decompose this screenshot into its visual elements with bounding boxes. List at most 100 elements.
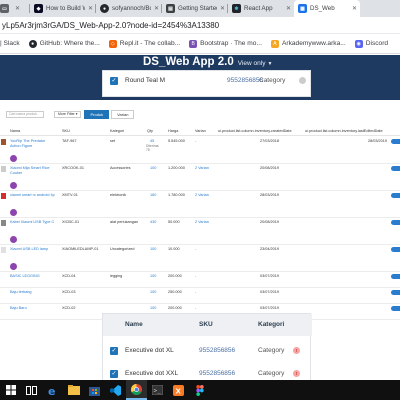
product-varian[interactable]: - (195, 139, 196, 143)
item-checkbox[interactable]: ✓ (110, 77, 118, 85)
product-varian[interactable]: - (195, 306, 196, 310)
product-created: 03/07/2019 (260, 306, 280, 310)
product-varian[interactable]: 2 Varian (195, 166, 209, 170)
tab-title: sofyannoch/Bookf (112, 5, 151, 12)
row-toggle[interactable] (391, 290, 400, 295)
docs-icon: ▤ (166, 4, 175, 13)
product-varian[interactable]: 2 Varian (195, 193, 209, 197)
list-item[interactable]: ✓ Executive dot XXL 9552856856 Category … (103, 364, 312, 380)
product-name[interactable]: Xiaomi Mija Smart Rice Cooker (10, 166, 56, 175)
list-item[interactable]: ✓ Executive dot XL 9552856856 Category ! (103, 341, 312, 363)
row-toggle[interactable] (391, 166, 400, 171)
close-icon[interactable]: ✕ (12, 5, 23, 12)
item-checkbox[interactable]: ✓ (110, 347, 118, 355)
tab-produk[interactable]: Produk (84, 110, 110, 119)
table-row[interactable]: BASIC LEGGING XCD-04 legging 100 200.000 - 03/… (0, 272, 400, 288)
product-qty[interactable]: 100 (150, 166, 156, 170)
row-toggle[interactable] (391, 247, 400, 252)
terminal-icon[interactable]: >_ (147, 380, 168, 400)
product-name[interactable]: Xiaomi USB LED lamp (10, 247, 56, 252)
close-icon[interactable]: ✕ (349, 5, 360, 12)
col-sku[interactable]: SKU (62, 129, 70, 133)
bookmark-arkademy[interactable]: A Arkademywww.arka... (270, 39, 346, 48)
row-toggle[interactable] (391, 220, 400, 225)
product-name[interactable]: Kabel Xiaomi USB Type C (10, 220, 56, 225)
product-name[interactable]: Baju terbang (10, 290, 56, 295)
product-varian[interactable]: - (195, 274, 196, 278)
vscode-icon[interactable] (105, 380, 126, 400)
product-varian[interactable]: 2 Varian (195, 220, 209, 224)
table-row[interactable]: YouRip The Predator Action Figure TAF-967… (0, 137, 400, 164)
row-toggle[interactable] (391, 306, 400, 311)
row-toggle[interactable] (391, 139, 400, 144)
browser-tab-1[interactable]: ◆ How to Build Web ✕ (30, 0, 96, 17)
product-name[interactable]: xiaomi smart rc android 4p (10, 193, 56, 198)
bookmark-github[interactable]: ● GitHub: Where the... (28, 39, 100, 48)
product-qty[interactable]: 160 (150, 193, 156, 197)
chrome-icon[interactable] (126, 380, 147, 400)
product-qty[interactable]: 100 (150, 274, 156, 278)
col-qty[interactable]: Qty (147, 129, 153, 133)
product-qty[interactable]: 100 (150, 290, 156, 294)
tab-varian[interactable]: Varian (111, 110, 135, 119)
page-viewport[interactable]: DS_Web App 2.0 View only ▼ ✓ Round Teal M… (0, 55, 400, 380)
product-created: 23/04/2019 (260, 247, 280, 251)
table-row[interactable]: Xiaomi Mija Smart Rice Cooker XRCOOK-01 Ac… (0, 164, 400, 191)
product-sku: XRCOOK-01 (62, 166, 84, 170)
close-icon[interactable]: ✕ (283, 5, 294, 12)
col-lastedited[interactable]: ui.product.list.column.inventory.lastEdi… (305, 129, 383, 133)
store-icon[interactable] (84, 380, 105, 400)
row-toggle[interactable] (391, 193, 400, 198)
product-qty[interactable]: 100 (150, 306, 156, 310)
figma-icon[interactable] (189, 380, 210, 400)
product-varian[interactable]: - (195, 247, 196, 251)
edge-icon[interactable]: e (42, 380, 63, 400)
svg-text:X: X (176, 387, 182, 395)
view-mode-dropdown[interactable]: View only ▼ (238, 60, 273, 67)
table-row[interactable]: Xiaomi USB LED lamp XIAOMILEDLAMP-01 Uncat… (0, 245, 400, 272)
item-sku: 9552856856 (199, 347, 236, 354)
more-filter-button[interactable]: More Filter ▾ (54, 111, 82, 118)
product-varian[interactable]: - (195, 290, 196, 294)
browser-tab-bar: ▭ ✕ ◆ How to Build Web ✕ ● sofyannoch/Bo… (0, 0, 400, 17)
bookmark-discord[interactable]: ◉ Discord (354, 39, 388, 48)
bookmark-label: GitHub: Where the... (39, 40, 100, 47)
file-explorer-icon[interactable] (63, 380, 84, 400)
product-name[interactable]: BASIC LEGGING (10, 274, 56, 279)
col-harga[interactable]: Harga (168, 129, 178, 133)
search-input[interactable]: Cari nama produk (6, 111, 44, 118)
windows-start-icon[interactable] (0, 380, 21, 400)
bookmark-label: Repl.it - The collab... (119, 40, 181, 47)
xampp-icon[interactable]: X (168, 380, 189, 400)
product-created: 03/07/2019 (260, 290, 280, 294)
item-category: Category (258, 370, 285, 377)
item-checkbox[interactable]: ✓ (110, 370, 118, 378)
browser-tab-4[interactable]: ⚛ React App ✕ (228, 0, 294, 17)
browser-tab-2[interactable]: ● sofyannoch/Bookf ✕ (96, 0, 162, 17)
product-name[interactable]: Baju Baru (10, 306, 56, 311)
row-toggle[interactable] (391, 274, 400, 279)
item-category: Category (258, 347, 285, 354)
col-kategori[interactable]: Kategori (110, 129, 124, 133)
document-icon: ▭ (0, 4, 9, 13)
table-row[interactable]: xiaomi smart rc android 4p XMTV-01 elektro… (0, 191, 400, 218)
task-view-icon[interactable] (21, 380, 42, 400)
product-qty[interactable]: 45 (150, 139, 154, 143)
bookmark-slack[interactable]: | Slack (0, 40, 20, 47)
product-qty[interactable]: 100 (150, 247, 156, 251)
browser-tab-5[interactable]: ▦ DS_Web ✕ (294, 0, 360, 17)
product-qty[interactable]: 430 (150, 220, 156, 224)
table-row[interactable]: Baju terbang XCD-03 100 250.000 - 03/07/2019 (0, 288, 400, 304)
bookmark-replit[interactable]: ◇ Repl.it - The collab... (108, 39, 181, 48)
alert-icon: ! (293, 347, 300, 354)
col-varian[interactable]: Varian (195, 129, 206, 133)
col-name[interactable]: Nama (10, 129, 20, 133)
product-name[interactable]: YouRip The Predator Action Figure (10, 139, 56, 148)
address-bar[interactable]: yLp5Ar3rjm3rGA/DS_Web-App-2.0?node-id=24… (0, 17, 400, 34)
table-row[interactable]: Kabel Xiaomi USB Type C XICBC-01 alat perl… (0, 218, 400, 245)
react-icon: ⚛ (232, 4, 241, 13)
bookmark-bootstrap[interactable]: B Bootstrap · The mo... (189, 39, 262, 48)
browser-tab-3[interactable]: ▤ Getting Started – ✕ (162, 0, 228, 17)
col-created[interactable]: ui.product.list.column.inventory.created… (218, 129, 292, 133)
browser-tab-0[interactable]: ▭ ✕ (0, 0, 30, 17)
